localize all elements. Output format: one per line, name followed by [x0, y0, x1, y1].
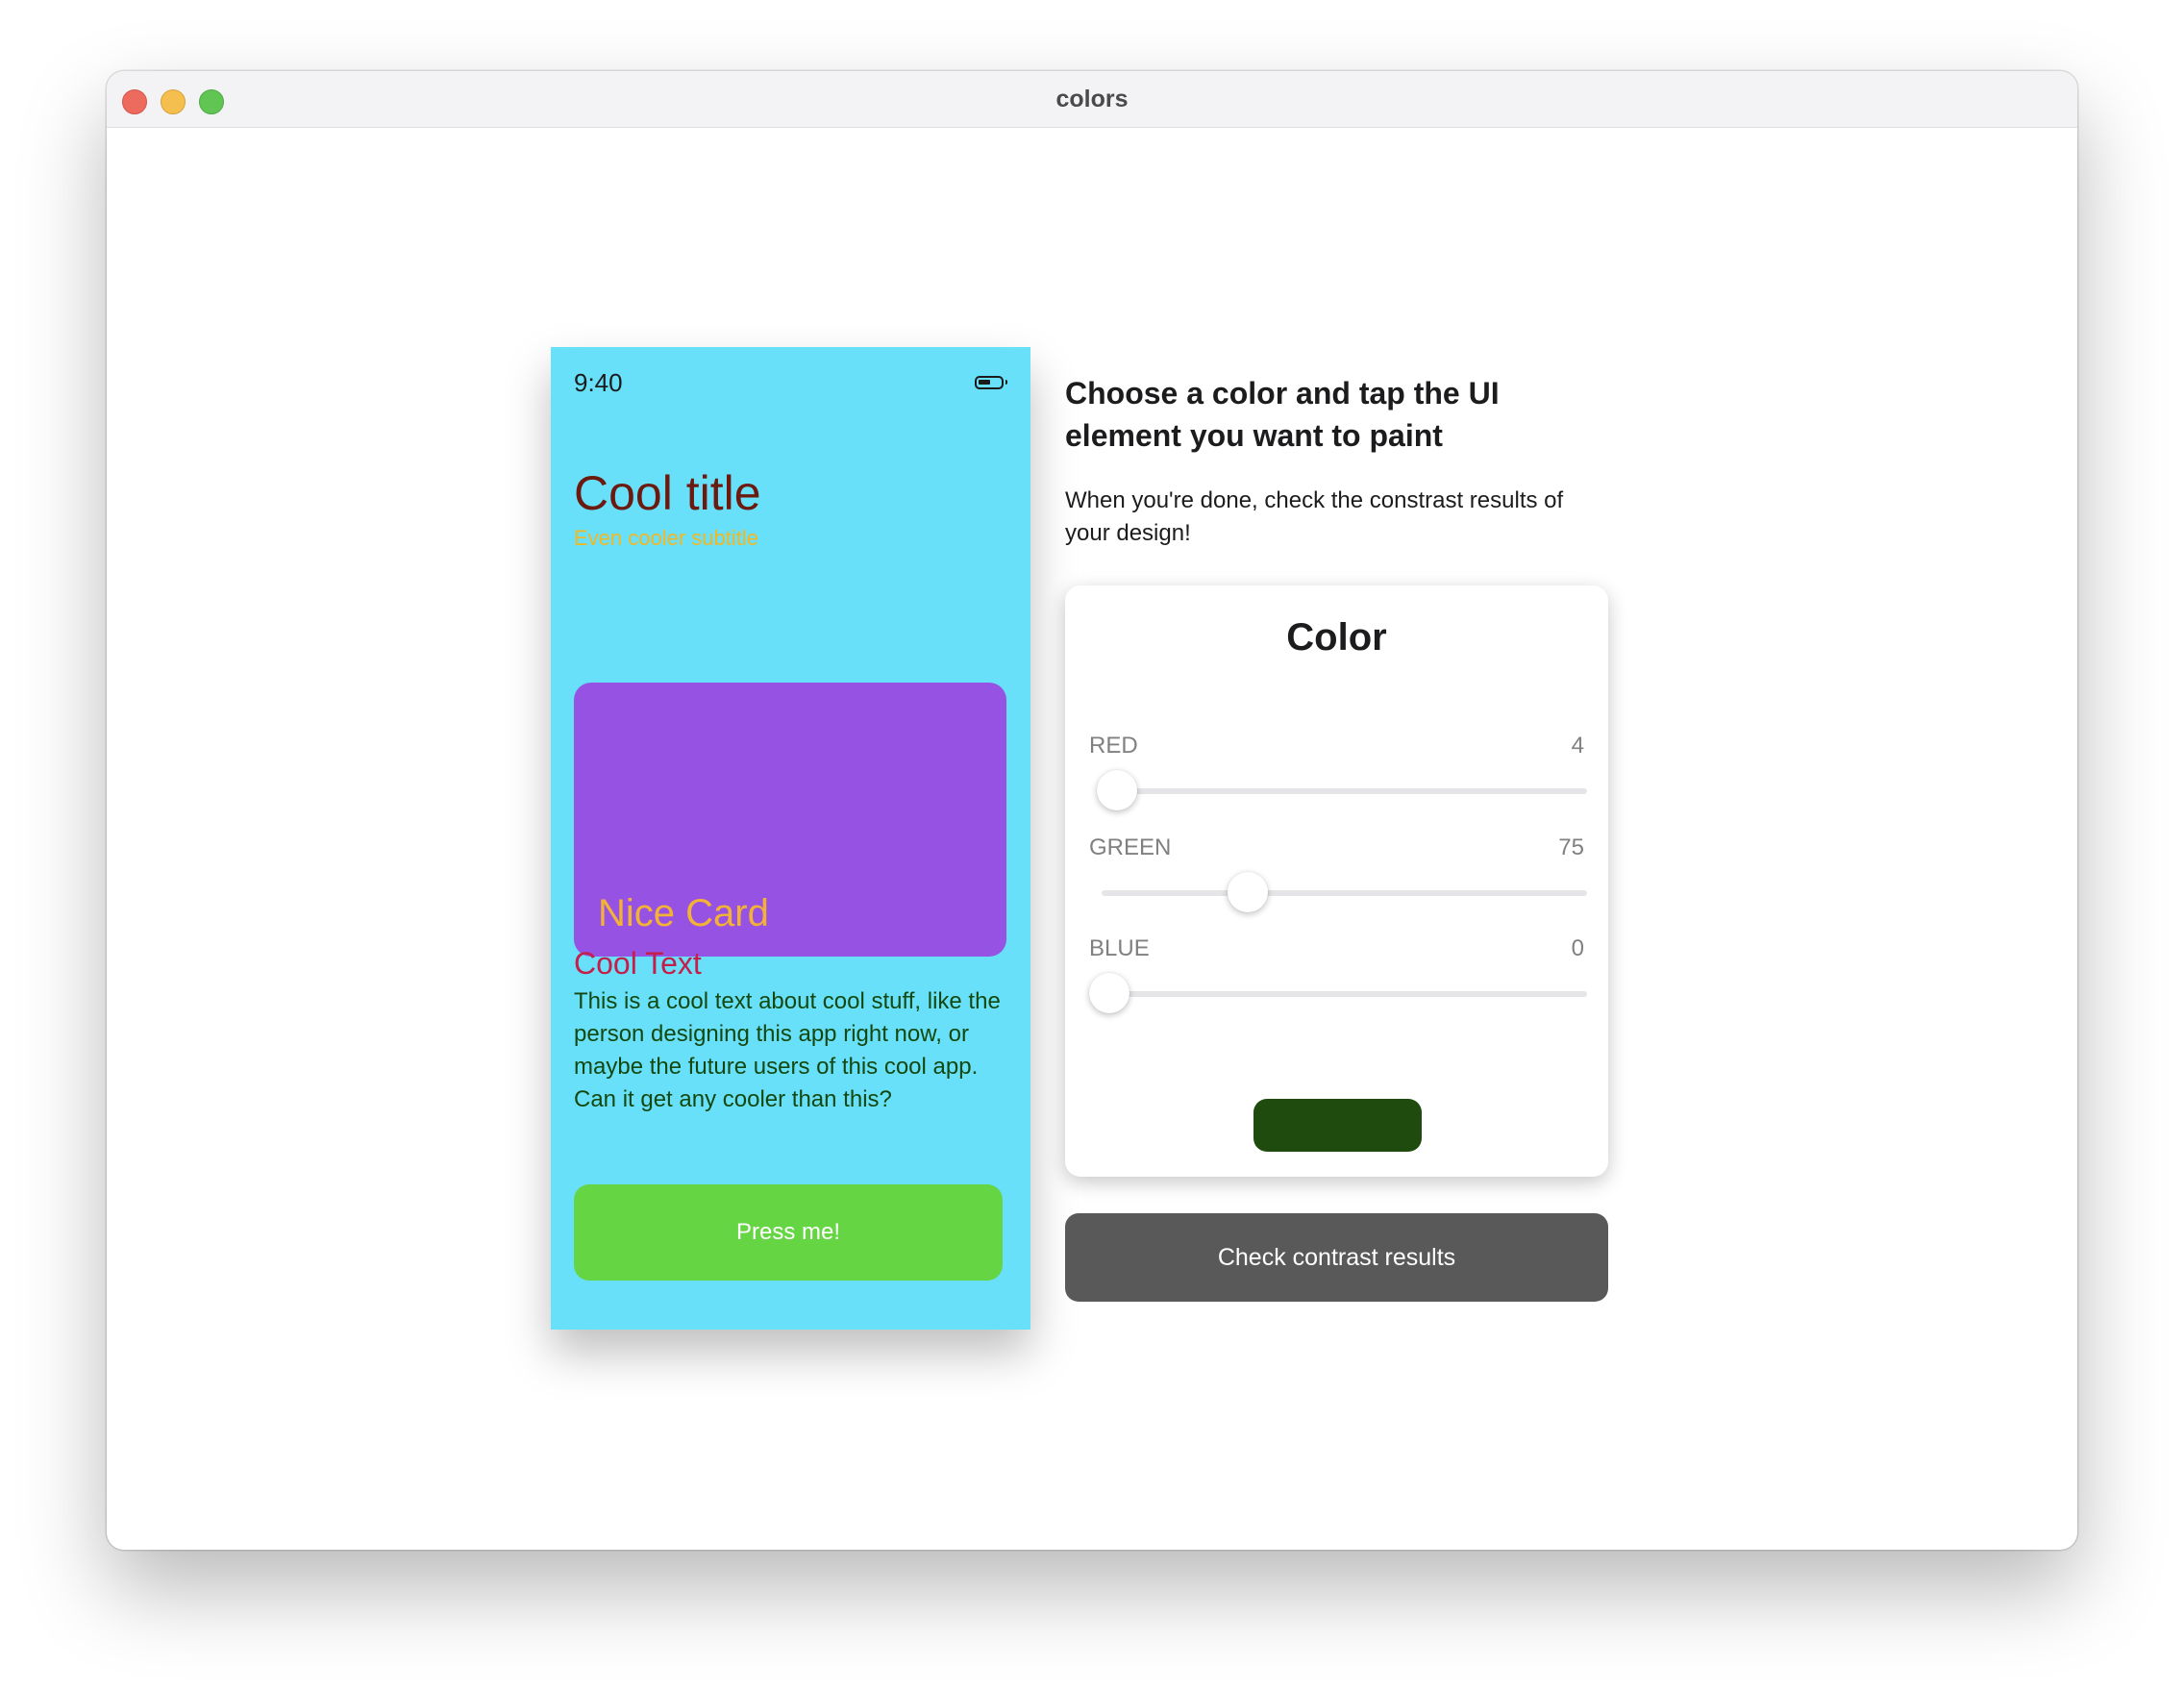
red-slider[interactable] [1096, 770, 1587, 810]
green-slider-thumb[interactable] [1227, 872, 1268, 912]
press-me-button[interactable]: Press me! [574, 1184, 1003, 1281]
selected-color-swatch[interactable] [1253, 1099, 1422, 1152]
window-title: colors [1055, 86, 1129, 112]
green-value: 75 [1558, 834, 1584, 860]
green-slider[interactable] [1102, 872, 1587, 912]
instructions-subtext: When you're done, check the constrast re… [1065, 487, 1564, 546]
app-window: colors 9:40 Cool title Even cooler subti… [107, 71, 2077, 1550]
phone-preview[interactable]: 9:40 Cool title Even cooler subtitle Nic… [551, 347, 1030, 1330]
preview-card[interactable]: Nice Card [574, 683, 1006, 957]
preview-text-body[interactable]: This is a cool text about cool stuff, li… [574, 985, 1016, 1116]
blue-label: BLUE [1089, 935, 1150, 961]
red-value: 4 [1571, 733, 1584, 759]
preview-text-heading[interactable]: Cool Text [574, 943, 702, 983]
preview-subtitle[interactable]: Even cooler subtitle [574, 526, 758, 551]
color-picker-card: Color RED 4 GREEN 75 BLUE 0 [1065, 585, 1608, 1177]
red-label: RED [1089, 733, 1138, 759]
check-contrast-button[interactable]: Check contrast results [1065, 1213, 1608, 1302]
title-bar: colors [107, 71, 2077, 128]
instructions-heading: Choose a color and tap the UI element yo… [1065, 376, 1500, 453]
battery-icon [975, 376, 1007, 389]
status-bar-time: 9:40 [574, 368, 623, 397]
blue-value: 0 [1571, 935, 1584, 961]
red-slider-thumb[interactable] [1096, 770, 1137, 810]
preview-card-label[interactable]: Nice Card [598, 892, 769, 935]
blue-slider-thumb[interactable] [1089, 973, 1129, 1013]
color-picker-title: Color [1286, 616, 1387, 659]
green-label: GREEN [1089, 834, 1172, 860]
blue-slider[interactable] [1089, 973, 1587, 1013]
preview-title[interactable]: Cool title [574, 464, 761, 522]
